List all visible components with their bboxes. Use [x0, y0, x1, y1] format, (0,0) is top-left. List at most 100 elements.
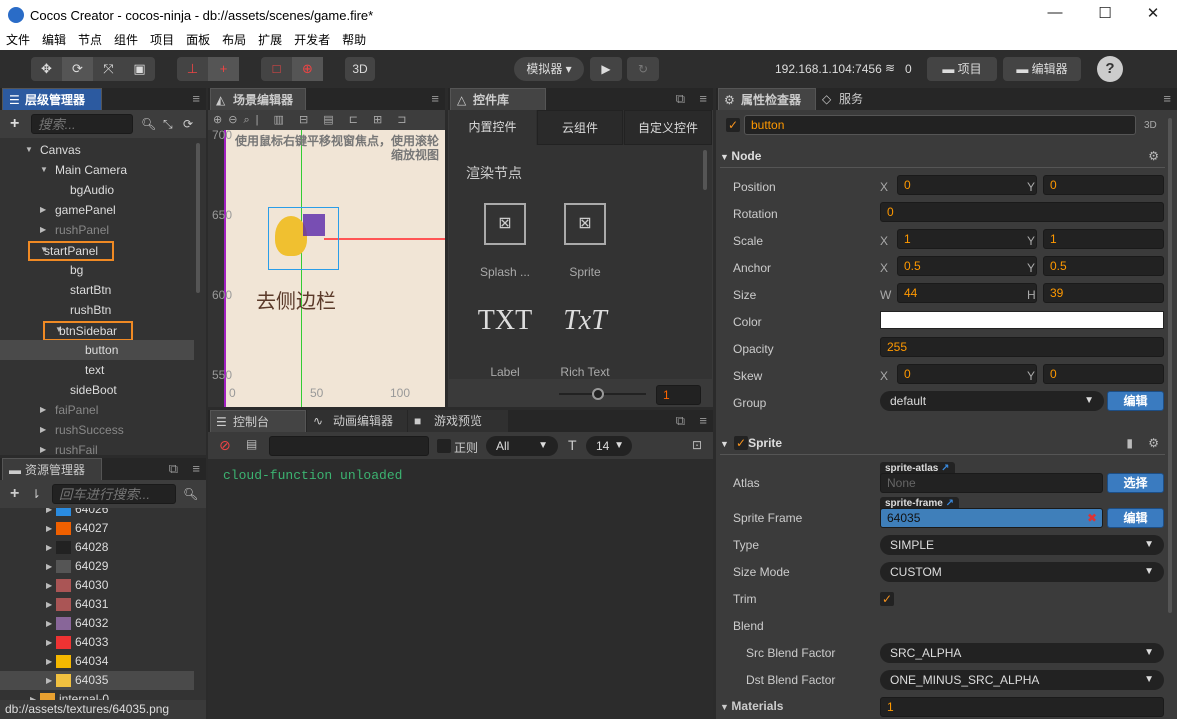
panel-menu-icon[interactable]: ≡ [1163, 91, 1171, 106]
expand-arrow-icon[interactable]: ▶ [46, 633, 52, 652]
collapse-icon[interactable]: ⤡ [163, 117, 173, 132]
asset-item[interactable]: ▶ internal-0 [0, 690, 194, 700]
tree-node[interactable]: button [0, 340, 194, 360]
tab-service[interactable]: ◇ 服务 [817, 88, 881, 110]
docs-icon[interactable]: ▮ [1126, 431, 1133, 455]
tab-animation[interactable]: ∿ 动画编辑器 [307, 410, 407, 432]
group-select[interactable]: default ▼ [880, 391, 1104, 411]
zoom-in-icon[interactable]: ⊕ [213, 114, 228, 126]
asset-item[interactable]: ▶ 64034 [0, 652, 194, 671]
font-size-select[interactable]: 14 ▼ [586, 436, 632, 456]
tab-hierarchy[interactable]: ☰ 层级管理器 [2, 88, 102, 110]
pivot-icon[interactable]: ⊥ [177, 57, 208, 81]
tab-assets[interactable]: ▬ 资源管理器 [2, 458, 102, 480]
menu-item[interactable]: 面板 [186, 30, 210, 50]
panel-menu-icon[interactable]: ≡ [192, 461, 200, 476]
close-button[interactable]: ✕ [1138, 4, 1168, 22]
popout-icon[interactable]: ⧉ [169, 461, 178, 477]
asset-item[interactable]: ▶ 64035 [0, 671, 194, 690]
gear-icon[interactable]: ⚙ [1148, 144, 1159, 168]
tab-inspector[interactable]: ⚙ 属性检查器 [718, 88, 816, 110]
expand-arrow-icon[interactable]: ▼ [25, 140, 33, 160]
3d-toggle[interactable]: 3D [345, 57, 375, 81]
asset-item[interactable]: ▶ 64028 [0, 538, 194, 557]
play-button[interactable]: ▶ [590, 57, 622, 81]
simulator-select[interactable]: 模拟器 ▾ [514, 57, 584, 81]
panel-menu-icon[interactable]: ≡ [699, 413, 707, 428]
edit-group-button[interactable]: 编辑 [1107, 391, 1164, 411]
tree-node[interactable]: ▶ rushFail [0, 440, 194, 455]
panel-menu-icon[interactable]: ≡ [431, 91, 439, 106]
open-editor-button[interactable]: ▬ 编辑器 [1003, 57, 1081, 81]
expand-arrow-icon[interactable]: ▶ [46, 614, 52, 633]
local-coord-icon[interactable]: □ [261, 57, 292, 81]
node-name-input[interactable]: button [744, 115, 1136, 135]
popout-icon[interactable]: ⧉ [676, 91, 685, 107]
log-file-icon[interactable]: ▤ [246, 437, 257, 451]
sprite-frame-field[interactable]: 64035 [880, 508, 1103, 528]
expand-arrow-icon[interactable]: ▶ [40, 400, 46, 420]
expand-arrow-icon[interactable]: ▶ [46, 671, 52, 690]
expand-arrow-icon[interactable]: ▶ [40, 220, 46, 240]
scale-tool-icon[interactable]: ⤧ [93, 57, 124, 81]
search-icon[interactable]: 🔍︎ [141, 117, 156, 131]
console-filter-input[interactable] [269, 436, 429, 456]
menu-item[interactable]: 项目 [150, 30, 174, 50]
tree-node[interactable]: ▼ btnSidebar [0, 320, 194, 341]
clear-icon[interactable]: ⊘ [219, 437, 231, 454]
hierarchy-search-input[interactable] [31, 114, 133, 134]
scene-viewport[interactable]: 使用鼠标右键平移视窗焦点，使用滚轮缩放视图 去侧边栏 [224, 130, 445, 407]
library-item-sprite[interactable]: ⊠ Sprite [545, 203, 625, 293]
trim-checkbox[interactable]: ✓ [880, 592, 894, 606]
prop-x-input[interactable]: 1 [897, 229, 1037, 249]
add-node-button[interactable]: + [10, 115, 19, 133]
prop-x-input[interactable]: 0 [897, 364, 1037, 384]
move-tool-icon[interactable]: ✥ [31, 57, 62, 81]
tree-node[interactable]: ▶ rushPanel [0, 220, 194, 240]
expand-arrow-icon[interactable]: ▶ [46, 595, 52, 614]
menu-item[interactable]: 编辑 [42, 30, 66, 50]
zoom-out-icon[interactable]: ⊖ [228, 114, 243, 126]
menu-item[interactable]: 扩展 [258, 30, 282, 50]
sprite-section-header[interactable]: ▼ Sprite ▮ ⚙ [720, 431, 1165, 455]
center-icon[interactable]: + [208, 57, 239, 81]
size-mode-select[interactable]: CUSTOM ▼ [880, 562, 1164, 582]
popout-icon[interactable]: ⧉ [676, 413, 685, 429]
panel-menu-icon[interactable]: ≡ [192, 91, 200, 106]
scrollbar[interactable] [1168, 118, 1172, 613]
tab-library[interactable]: △ 控件库 [450, 88, 546, 110]
minimize-button[interactable]: — [1040, 4, 1070, 21]
collapse-icon[interactable]: ⊡ [692, 438, 702, 452]
scrollbar[interactable] [196, 143, 200, 293]
edit-sprite-button[interactable]: 编辑 [1107, 508, 1164, 528]
tree-node[interactable]: ▶ rushSuccess [0, 420, 194, 440]
materials-count[interactable]: 1 [880, 697, 1164, 717]
tree-node[interactable]: bgAudio [0, 180, 194, 200]
open-project-button[interactable]: ▬ 项目 [927, 57, 997, 81]
tree-node[interactable]: ▶ faiPanel [0, 400, 194, 420]
selected-node-bounds[interactable] [268, 207, 339, 270]
dst-blend-select[interactable]: ONE_MINUS_SRC_ALPHA ▼ [880, 670, 1164, 690]
tree-node[interactable]: sideBoot [0, 380, 194, 400]
zoom-input[interactable]: 1 [656, 385, 701, 405]
prop-x-input[interactable]: 0 [897, 175, 1037, 195]
src-blend-select[interactable]: SRC_ALPHA ▼ [880, 643, 1164, 663]
refresh-button[interactable]: ↻ [627, 57, 659, 81]
global-coord-icon[interactable]: ⊕ [292, 57, 323, 81]
library-item-richtext[interactable]: TxT Rich Text [545, 305, 625, 379]
rotate-tool-icon[interactable]: ⟳ [62, 57, 93, 81]
slider-handle[interactable] [592, 388, 604, 400]
expand-arrow-icon[interactable]: ▶ [46, 557, 52, 576]
scrollbar[interactable] [703, 150, 707, 190]
add-asset-button[interactable]: + [10, 485, 19, 503]
asset-item[interactable]: ▶ 64032 [0, 614, 194, 633]
log-level-select[interactable]: All ▼ [486, 436, 558, 456]
prop-x-input[interactable]: 44 [897, 283, 1037, 303]
tab-custom[interactable]: 自定义控件 [624, 110, 712, 145]
menu-item[interactable]: 节点 [78, 30, 102, 50]
expand-arrow-icon[interactable]: ▶ [46, 538, 52, 557]
tree-node[interactable]: ▶ gamePanel [0, 200, 194, 220]
prop-y-input[interactable]: 1 [1043, 229, 1164, 249]
asset-item[interactable]: ▶ 64026 [0, 508, 194, 519]
color-picker[interactable] [880, 311, 1164, 329]
